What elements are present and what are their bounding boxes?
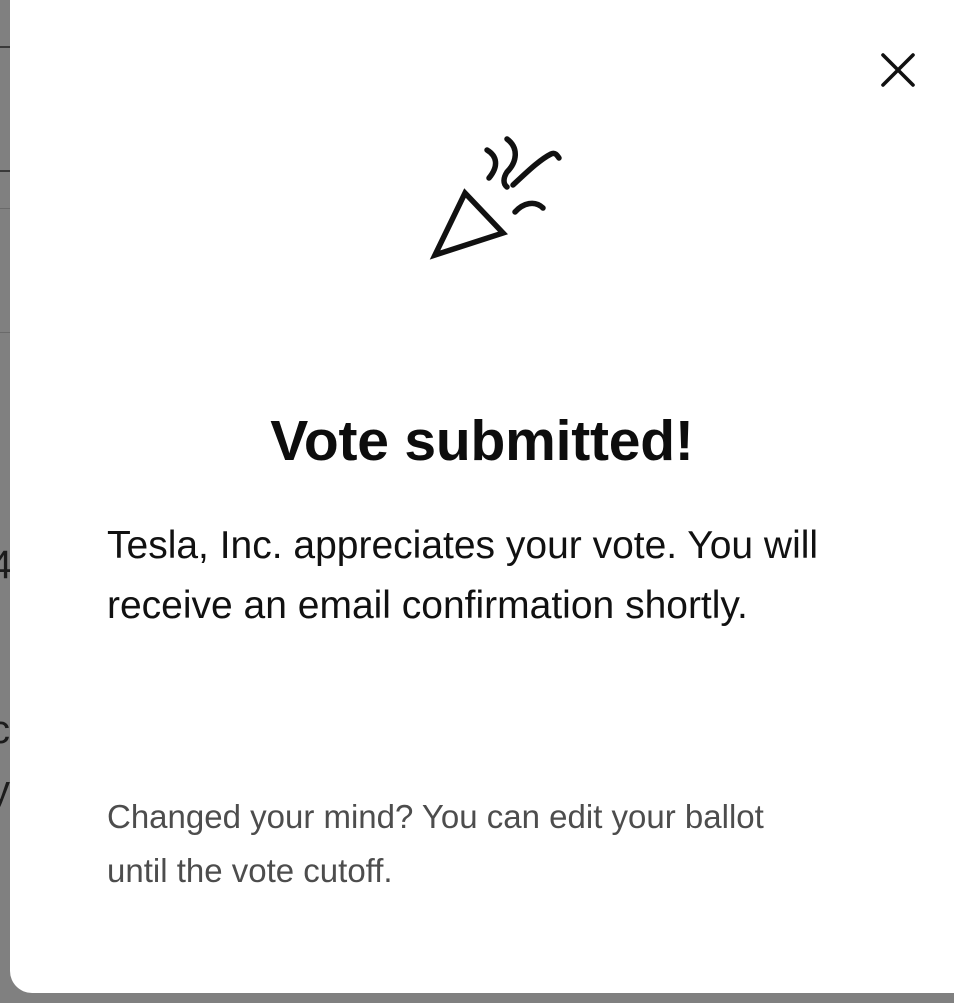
close-icon xyxy=(881,53,915,87)
close-button[interactable] xyxy=(872,44,924,96)
party-popper-icon xyxy=(429,136,562,260)
edit-ballot-note: Changed your mind? You can edit your bal… xyxy=(107,798,764,889)
background-text-fragment: y xyxy=(0,768,10,812)
background-text-fragment: c xyxy=(0,708,10,752)
celebration-icon-wrapper xyxy=(425,130,575,270)
dialog-title: Vote submitted! xyxy=(270,409,694,474)
confirmation-message: Tesla, Inc. appreciates your vote. You w… xyxy=(107,524,819,627)
vote-submitted-dialog: Vote submitted! Tesla, Inc. appreciates … xyxy=(10,0,954,993)
